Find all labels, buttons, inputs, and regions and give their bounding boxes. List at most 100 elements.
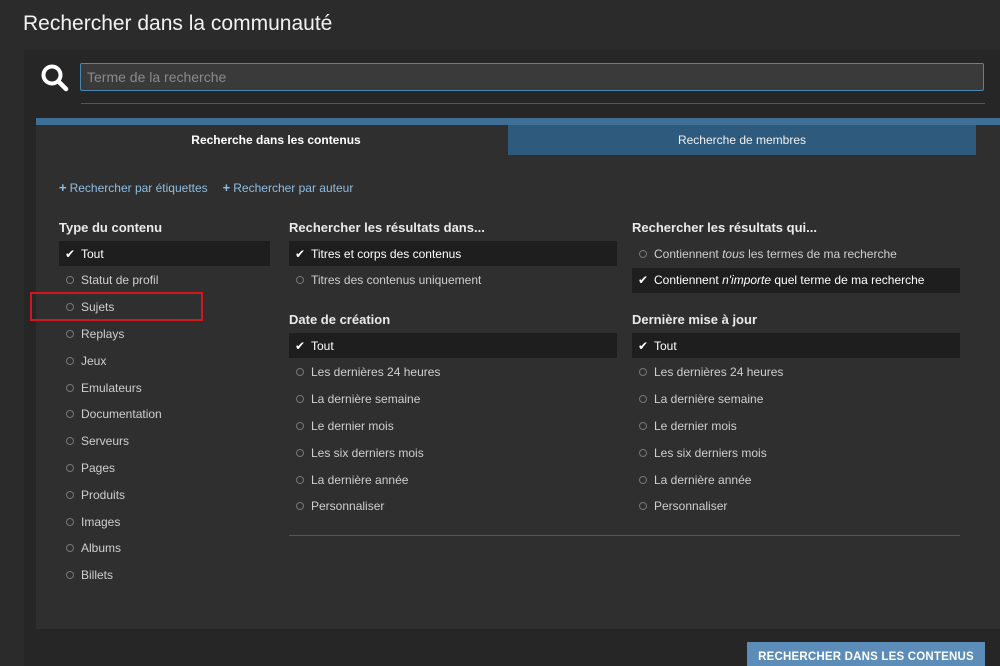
radio-icon	[59, 517, 81, 526]
updated-option[interactable]: La dernière année	[632, 467, 960, 492]
radio-icon	[59, 329, 81, 338]
option-label: Les six derniers mois	[654, 445, 767, 460]
radio-icon	[59, 463, 81, 472]
option-label: Titres et corps des contenus	[311, 246, 462, 261]
option-label: Personnaliser	[654, 499, 728, 514]
created-title: Date de création	[289, 312, 391, 327]
check-icon: ✔	[637, 273, 649, 288]
search-by-tags-label: Rechercher par étiquettes	[69, 180, 208, 195]
radio-icon	[289, 368, 311, 377]
radio-icon	[59, 410, 81, 419]
option-label: Tout	[311, 338, 334, 353]
content-type-option[interactable]: ✔ Tout	[59, 241, 270, 266]
radio-icon	[59, 383, 81, 392]
option-label: Contiennent n'importe quel terme de ma r…	[654, 273, 925, 288]
search-input[interactable]	[80, 63, 984, 91]
created-option[interactable]: Personnaliser	[289, 494, 617, 519]
option-label: Produits	[81, 487, 126, 502]
page-title: Rechercher dans la communauté	[23, 12, 333, 35]
search-by-tags-link[interactable]: + Rechercher par étiquettes	[59, 180, 208, 195]
option-label: Jeux	[81, 353, 107, 368]
radio-icon	[289, 448, 311, 457]
search-icon[interactable]	[40, 63, 70, 93]
created-option[interactable]: Le dernier mois	[289, 413, 617, 438]
match-option[interactable]: ✔ Contiennent n'importe quel terme de ma …	[632, 267, 960, 293]
option-label: Pages	[81, 460, 116, 475]
content-type-option[interactable]: Jeux	[59, 348, 270, 373]
radio-icon	[632, 421, 654, 430]
radio-icon	[289, 421, 311, 430]
content-type-title: Type du contenu	[59, 220, 163, 235]
section-divider	[289, 535, 960, 536]
option-label: Les dernières 24 heures	[654, 365, 784, 380]
check-icon: ✔	[64, 246, 76, 261]
content-type-option[interactable]: Emulateurs	[59, 375, 270, 400]
match-option[interactable]: Contiennent tous les termes de ma recher…	[632, 241, 960, 266]
search-divider	[81, 103, 985, 104]
plus-icon: +	[222, 180, 231, 195]
content-type-option[interactable]: Statut de profil	[59, 268, 270, 293]
content-type-option[interactable]: Produits	[59, 482, 270, 507]
radio-icon	[632, 448, 654, 457]
created-option[interactable]: Les dernières 24 heures	[289, 360, 617, 385]
updated-title: Dernière mise à jour	[632, 312, 757, 327]
content-type-option[interactable]: Albums	[59, 536, 270, 561]
option-label: Serveurs	[81, 434, 130, 449]
option-label: Le dernier mois	[311, 418, 394, 433]
option-label: Contiennent tous les termes de ma recher…	[654, 246, 897, 261]
content-type-option[interactable]: Documentation	[59, 402, 270, 427]
option-label: Le dernier mois	[654, 418, 737, 433]
content-type-option[interactable]: Billets	[59, 563, 270, 588]
check-icon: ✔	[294, 246, 306, 261]
radio-icon	[289, 276, 311, 285]
updated-option[interactable]: La dernière semaine	[632, 387, 960, 412]
option-label: Personnaliser	[311, 499, 385, 514]
updated-option[interactable]: ✔ Tout	[632, 333, 960, 358]
created-option[interactable]: ✔ Tout	[289, 333, 617, 358]
option-label: La dernière année	[654, 472, 752, 487]
option-label: Replays	[81, 326, 125, 341]
tab-bar: Recherche dans les contenus Recherche de…	[44, 125, 976, 155]
plus-icon: +	[59, 180, 67, 195]
search-in-option[interactable]: Titres des contenus uniquement	[289, 268, 617, 293]
radio-icon	[632, 249, 654, 258]
option-label: Images	[81, 514, 121, 529]
search-submit-button[interactable]: RECHERCHER DANS LES CONTENUS	[747, 642, 985, 666]
radio-icon	[632, 368, 654, 377]
updated-option[interactable]: Le dernier mois	[632, 413, 960, 438]
updated-option[interactable]: Les six derniers mois	[632, 440, 960, 465]
tab-content-search[interactable]: Recherche dans les contenus	[44, 125, 508, 155]
updated-option[interactable]: Personnaliser	[632, 494, 960, 519]
created-option[interactable]: La dernière semaine	[289, 387, 617, 412]
radio-icon	[289, 502, 311, 511]
radio-icon	[289, 475, 311, 484]
advanced-links: + Rechercher par étiquettes + Rechercher…	[59, 180, 353, 195]
option-label: Tout	[654, 338, 677, 353]
option-label: Emulateurs	[81, 380, 142, 395]
content-type-option[interactable]: Pages	[59, 455, 270, 480]
option-label: Statut de profil	[81, 273, 159, 288]
option-label: Les six derniers mois	[311, 445, 424, 460]
updated-option[interactable]: Les dernières 24 heures	[632, 360, 960, 385]
match-title: Rechercher les résultats qui...	[632, 220, 817, 235]
search-by-author-label: Rechercher par auteur	[233, 180, 354, 195]
search-in-option[interactable]: ✔ Titres et corps des contenus	[289, 241, 617, 266]
radio-icon	[632, 395, 654, 404]
radio-icon	[632, 475, 654, 484]
annotation-highlight	[30, 292, 203, 321]
created-option[interactable]: Les six derniers mois	[289, 440, 617, 465]
created-option[interactable]: La dernière année	[289, 467, 617, 492]
radio-icon	[59, 356, 81, 365]
radio-icon	[289, 395, 311, 404]
search-in-title: Rechercher les résultats dans...	[289, 220, 485, 235]
tab-member-search[interactable]: Recherche de membres	[508, 125, 976, 155]
radio-icon	[59, 276, 81, 285]
content-type-option[interactable]: Images	[59, 509, 270, 534]
search-by-author-link[interactable]: + Rechercher par auteur	[223, 180, 354, 195]
radio-icon	[59, 437, 81, 446]
option-label: La dernière année	[311, 472, 409, 487]
check-icon: ✔	[637, 338, 649, 353]
check-icon: ✔	[294, 338, 306, 353]
content-type-option[interactable]: Replays	[59, 321, 270, 346]
content-type-option[interactable]: Serveurs	[59, 429, 270, 454]
